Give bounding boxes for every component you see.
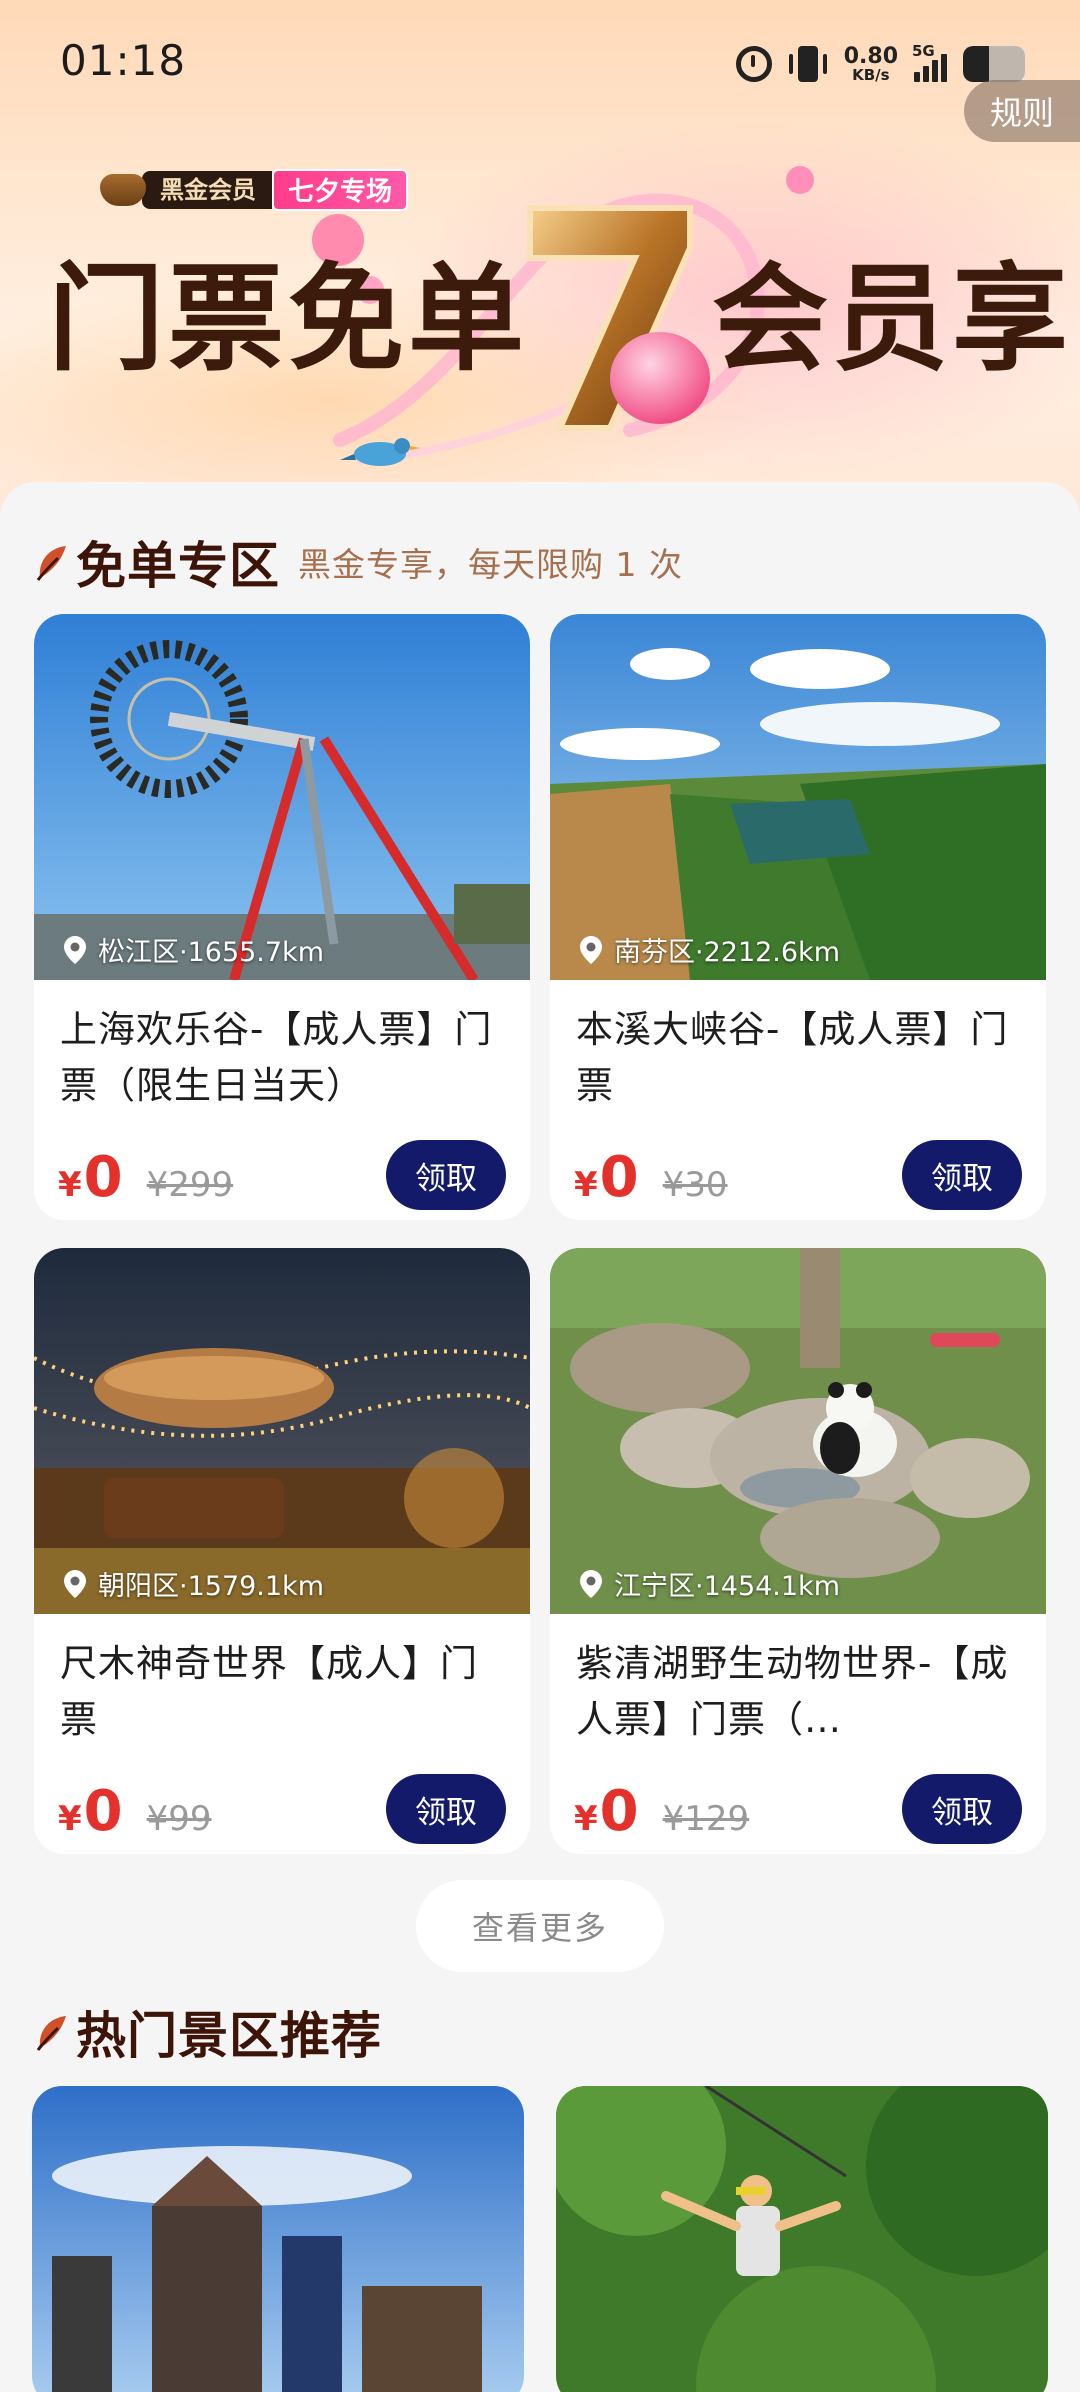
current-price: 0 [83,1145,123,1210]
currency-symbol: ¥ [58,1165,82,1205]
member-badge: 黑金会员 七夕专场 [98,168,409,212]
free-section-subtitle: 黑金专享，每天限购 1 次 [298,545,683,584]
price: ¥ 0 ¥99 [58,1784,212,1840]
crown-cup-icon [98,168,150,212]
hot-section-header: 热门景区推荐 [34,1996,382,2068]
event-label: 七夕专场 [272,169,409,211]
ticket-name: 本溪大峡谷-【成人票】门票 [576,1008,1009,1107]
location-text: 江宁区·1454.1km [614,1571,840,1602]
signal-icon: 5G [912,42,947,82]
hot-attraction-card[interactable] [556,2086,1048,2392]
claim-button[interactable]: 领取 [386,1140,506,1210]
headline-left: 门票免单 [48,252,528,387]
attraction-photo [550,1248,1046,1614]
location-text: 朝阳区·1579.1km [98,1571,324,1602]
status-bar: 01:18 0.80 KB/s 5G [0,0,1080,130]
ticket-name: 上海欢乐谷-【成人票】门票（限生日当天） [60,1008,493,1107]
original-price: ¥30 [662,1165,728,1205]
battery-icon [963,46,1025,82]
view-more-button[interactable]: 查看更多 [416,1880,664,1972]
rules-button[interactable]: 规则 [964,80,1080,142]
status-icons: 0.80 KB/s 5G [735,40,1025,88]
location-text: 松江区·1655.7km [98,937,324,968]
current-price: 0 [83,1779,123,1844]
attraction-photo [34,1248,530,1614]
price: ¥ 0 ¥129 [574,1784,749,1840]
location-pin-icon [580,1569,602,1598]
alarm-icon [735,46,772,82]
leaf-icon [36,546,66,581]
network-speed-value: 0.80 [843,43,898,69]
location-label: 南芬区·2212.6km [580,930,840,969]
ticket-name: 尺木神奇世界【成人】门票 [60,1642,478,1741]
location-label: 朝阳区·1579.1km [64,1564,324,1603]
network-speed: 0.80 KB/s [843,43,898,84]
location-pin-icon [64,1569,86,1598]
original-price: ¥299 [146,1165,234,1205]
ticket-card[interactable]: 南芬区·2212.6km 本溪大峡谷-【成人票】门票 ¥ 0 ¥30 领取 [550,614,1046,1220]
hot-attraction-card[interactable] [32,2086,524,2392]
price: ¥ 0 ¥299 [58,1150,233,1206]
location-pin-icon [580,935,602,964]
original-price: ¥99 [146,1799,212,1839]
currency-symbol: ¥ [58,1799,82,1839]
hot-section-title: 热门景区推荐 [76,2007,382,2065]
attraction-photo [550,614,1046,980]
leaf-icon [36,2016,66,2051]
currency-symbol: ¥ [574,1799,598,1839]
ticket-card[interactable]: 江宁区·1454.1km 紫清湖野生动物世界-【成人票】门票（… ¥ 0 ¥12… [550,1248,1046,1854]
claim-button[interactable]: 领取 [386,1774,506,1844]
attraction-photo [32,2086,524,2392]
original-price: ¥129 [662,1799,750,1839]
gold-seven-icon [527,205,710,431]
ticket-card[interactable]: 松江区·1655.7km 上海欢乐谷-【成人票】门票（限生日当天） ¥ 0 ¥2… [34,614,530,1220]
currency-symbol: ¥ [574,1165,598,1205]
ticket-name: 紫清湖野生动物世界-【成人票】门票（… [576,1642,1009,1741]
network-speed-unit: KB/s [852,65,890,84]
header-banner: 01:18 0.80 KB/s 5G 规则 黑金会员 七夕专场 门票免单 会员享 [0,0,1080,520]
attraction-photo [556,2086,1048,2392]
location-label: 松江区·1655.7km [64,930,324,969]
price: ¥ 0 ¥30 [574,1150,728,1206]
headline-right: 会员享 [712,252,1072,387]
bird-icon [340,438,420,466]
current-price: 0 [599,1145,639,1210]
free-section-title: 免单专区 [76,537,280,595]
free-section-header: 免单专区 黑金专享，每天限购 1 次 [34,526,683,598]
claim-button[interactable]: 领取 [902,1774,1022,1844]
location-pin-icon [64,935,86,964]
location-text: 南芬区·2212.6km [614,937,840,968]
current-price: 0 [599,1779,639,1844]
member-label: 黑金会员 [142,171,272,209]
vibrate-icon [788,44,828,84]
network-type: 5G [912,42,935,60]
attraction-photo [34,614,530,980]
location-label: 江宁区·1454.1km [580,1564,840,1603]
status-time: 01:18 [60,36,187,85]
claim-button[interactable]: 领取 [902,1140,1022,1210]
ticket-card[interactable]: 朝阳区·1579.1km 尺木神奇世界【成人】门票 ¥ 0 ¥99 领取 [34,1248,530,1854]
